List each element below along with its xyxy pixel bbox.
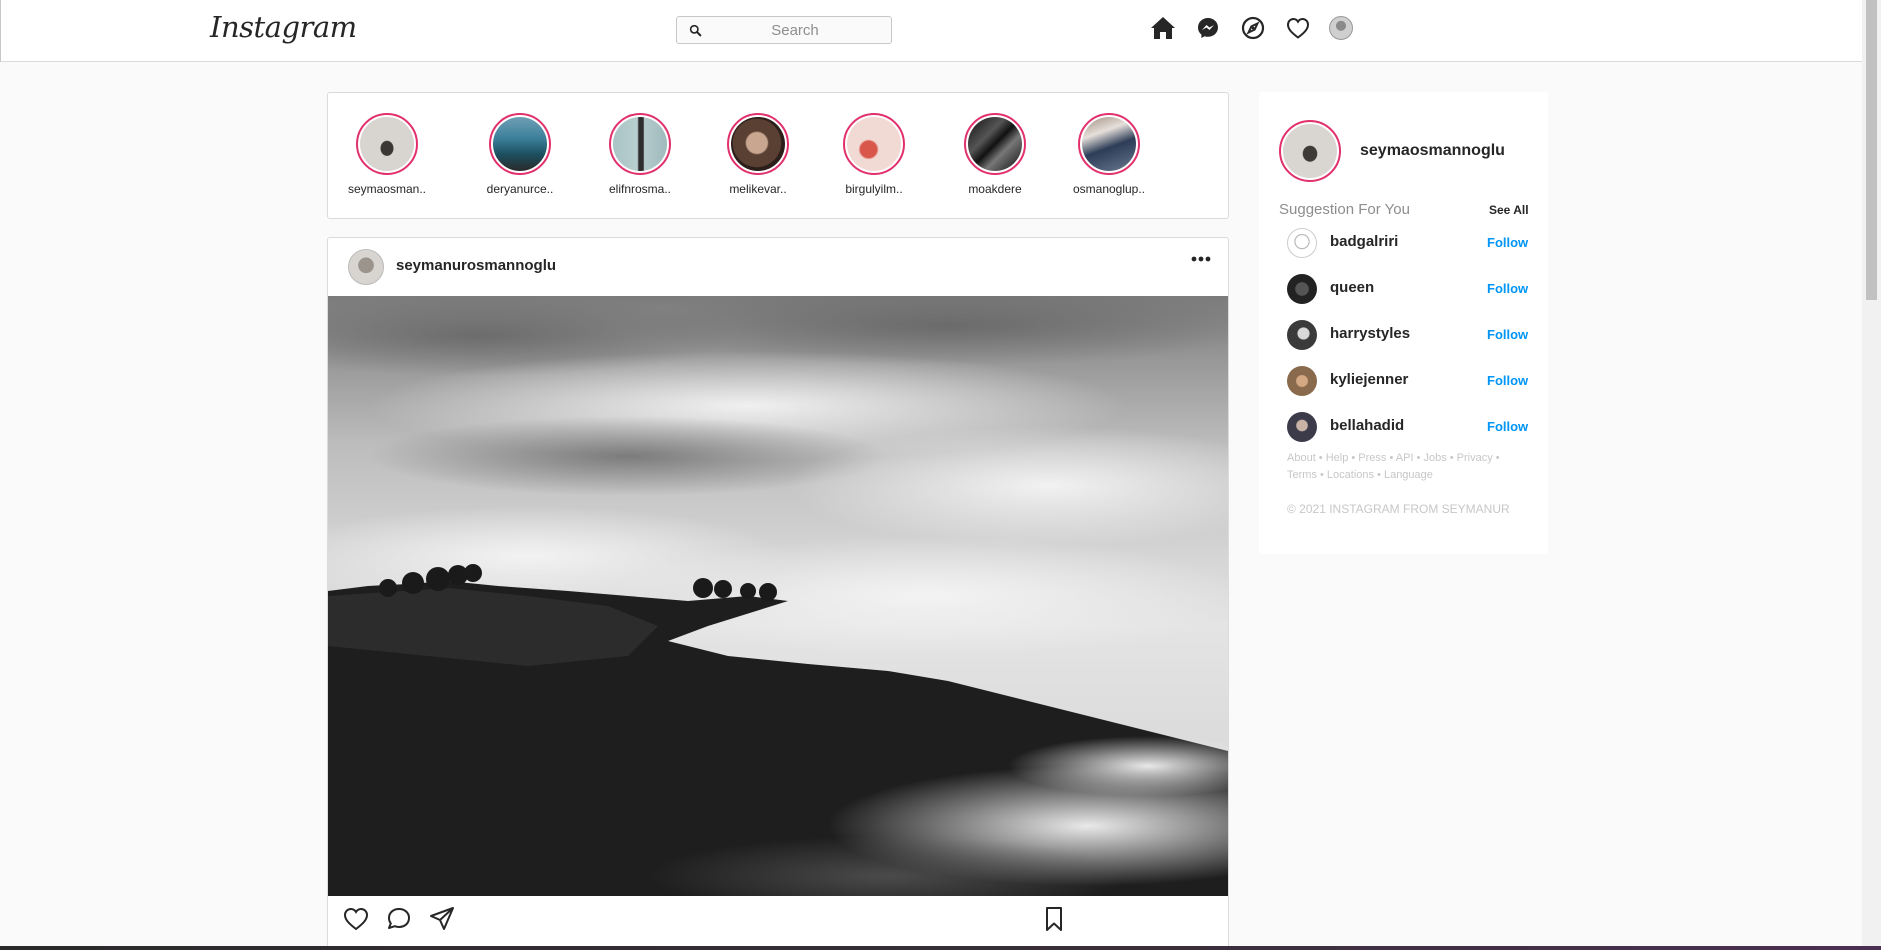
- share-icon[interactable]: [428, 905, 456, 933]
- profile-avatar[interactable]: [1329, 16, 1353, 40]
- suggestion-row: badgalriri Follow: [1287, 228, 1537, 258]
- instagram-logo[interactable]: Instagram: [210, 10, 357, 44]
- comment-icon[interactable]: [385, 905, 413, 933]
- suggestion-row: bellahadid Follow: [1287, 412, 1537, 442]
- top-navigation-bar: Instagram: [0, 0, 1862, 62]
- story-avatar: [731, 117, 785, 171]
- see-all-link[interactable]: See All: [1489, 203, 1529, 217]
- suggestion-username[interactable]: queen: [1330, 279, 1374, 296]
- story-ring: [1078, 113, 1140, 175]
- suggestion-username[interactable]: bellahadid: [1330, 417, 1404, 434]
- search-input[interactable]: [705, 19, 885, 41]
- story-ring: [843, 113, 905, 175]
- bookmark-icon[interactable]: [1040, 905, 1068, 933]
- post-actions-bar: [328, 901, 1228, 941]
- footer-links-line-2[interactable]: Terms • Locations • Language: [1287, 467, 1517, 484]
- taskbar-edge: [0, 946, 1881, 950]
- suggestion-avatar[interactable]: [1287, 366, 1317, 396]
- story-avatar: [847, 117, 901, 171]
- story-avatar: [613, 117, 667, 171]
- follow-button[interactable]: Follow: [1487, 281, 1528, 296]
- post-header: seymanurosmannoglu: [328, 238, 1228, 296]
- story-username: elifnrosma..: [608, 182, 672, 196]
- more-options-icon[interactable]: [1190, 252, 1212, 266]
- post-author-username[interactable]: seymanurosmannoglu: [396, 257, 556, 274]
- follow-button[interactable]: Follow: [1487, 327, 1528, 342]
- suggestion-username[interactable]: harrystyles: [1330, 325, 1410, 342]
- suggestion-avatar[interactable]: [1287, 228, 1317, 258]
- story-item[interactable]: elifnrosma..: [585, 113, 695, 196]
- suggestions-heading: Suggestion For You: [1279, 201, 1410, 218]
- story-username: deryanurce..: [486, 182, 554, 196]
- follow-button[interactable]: Follow: [1487, 419, 1528, 434]
- story-item[interactable]: osmanoglup..: [1054, 113, 1164, 196]
- heart-icon[interactable]: [1284, 15, 1311, 42]
- suggestion-row: kyliejenner Follow: [1287, 366, 1537, 396]
- post-image[interactable]: [328, 296, 1228, 896]
- messenger-icon[interactable]: [1194, 15, 1221, 42]
- follow-button[interactable]: Follow: [1487, 373, 1528, 388]
- story-ring: [609, 113, 671, 175]
- story-item[interactable]: deryanurce..: [465, 113, 575, 196]
- current-user-avatar: [1283, 124, 1337, 178]
- story-ring: [356, 113, 418, 175]
- story-ring: [489, 113, 551, 175]
- suggestion-username[interactable]: badgalriri: [1330, 233, 1398, 250]
- story-ring: [964, 113, 1026, 175]
- current-user-username[interactable]: seymaosmannoglu: [1360, 142, 1505, 160]
- suggestion-avatar[interactable]: [1287, 274, 1317, 304]
- story-avatar: [1082, 117, 1136, 171]
- post-author-avatar[interactable]: [348, 249, 384, 285]
- story-avatar: [360, 117, 414, 171]
- page-scrollbar-thumb[interactable]: [1866, 0, 1877, 300]
- story-username: moakdere: [968, 182, 1022, 196]
- search-box[interactable]: [676, 16, 892, 44]
- follow-button[interactable]: Follow: [1487, 235, 1528, 250]
- story-item[interactable]: birgulyilm..: [819, 113, 929, 196]
- footer-links: About • Help • Press • API • Jobs • Priv…: [1287, 450, 1517, 484]
- story-avatar: [968, 117, 1022, 171]
- stories-tray: seymaosman.. deryanurce.. elifnrosma.. m…: [327, 92, 1229, 219]
- story-username: birgulyilm..: [845, 182, 903, 196]
- story-username: osmanoglup..: [1072, 182, 1146, 196]
- story-item[interactable]: moakdere: [940, 113, 1050, 196]
- like-icon[interactable]: [342, 905, 370, 933]
- story-username: seymaosman..: [347, 182, 427, 196]
- suggestion-avatar[interactable]: [1287, 320, 1317, 350]
- suggestion-row: harrystyles Follow: [1287, 320, 1537, 350]
- story-avatar: [493, 117, 547, 171]
- suggestion-row: queen Follow: [1287, 274, 1537, 304]
- story-item[interactable]: melikevar..: [703, 113, 813, 196]
- current-user-avatar-ring[interactable]: [1279, 120, 1341, 182]
- footer-links-line-1[interactable]: About • Help • Press • API • Jobs • Priv…: [1287, 450, 1517, 467]
- copyright-text: © 2021 INSTAGRAM FROM SEYMANUR: [1287, 502, 1510, 516]
- suggestion-username[interactable]: kyliejenner: [1330, 371, 1408, 388]
- home-icon[interactable]: [1149, 15, 1176, 42]
- story-username: melikevar..: [729, 182, 787, 196]
- suggestions-sidebar: seymaosmannoglu Suggestion For You See A…: [1259, 92, 1548, 554]
- search-icon: [689, 24, 702, 37]
- suggestion-avatar[interactable]: [1287, 412, 1317, 442]
- story-item[interactable]: seymaosman..: [332, 113, 442, 196]
- nav-icon-group: [1149, 13, 1353, 43]
- feed-post: seymanurosmannoglu: [327, 237, 1229, 950]
- story-ring: [727, 113, 789, 175]
- explore-icon[interactable]: [1239, 15, 1266, 42]
